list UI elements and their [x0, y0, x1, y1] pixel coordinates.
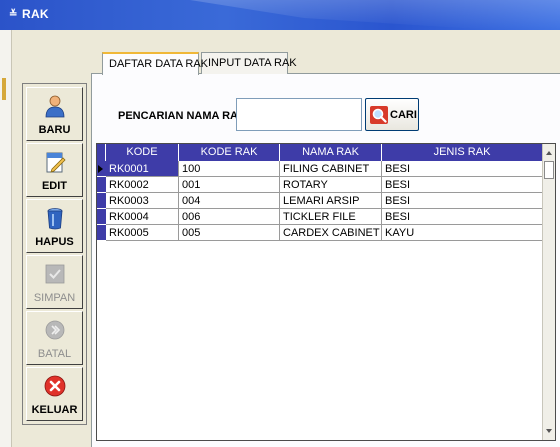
cari-button[interactable]: CARI [365, 98, 419, 131]
hapus-button[interactable]: HAPUS [26, 199, 83, 253]
table-cell[interactable]: BESI [382, 209, 543, 225]
simpan-button[interactable]: SIMPAN [26, 255, 83, 309]
edit-icon [46, 152, 66, 173]
table-cell[interactable]: BESI [382, 177, 543, 193]
table-cell[interactable]: BESI [382, 193, 543, 209]
keluar-button[interactable]: KELUAR [26, 367, 83, 421]
search-label: PENCARIAN NAMA RAK [118, 110, 246, 122]
table-cell[interactable]: RK0004 [106, 209, 179, 225]
column-header-jenis-rak[interactable]: JENIS RAK [382, 144, 543, 161]
cancel-icon [45, 320, 64, 340]
tab-input-data-rak[interactable]: INPUT DATA RAK [201, 52, 297, 74]
current-row-arrow-icon [98, 165, 103, 173]
grid-corner [97, 144, 106, 161]
table-cell[interactable]: RK0005 [106, 225, 179, 241]
table-cell[interactable]: CARDEX CABINET [280, 225, 382, 241]
action-toolbar: BARU EDIT HAPUS SIMPAN BATAL KELUAR [22, 83, 87, 425]
vertical-scrollbar[interactable] [542, 144, 555, 440]
scroll-up-button[interactable] [543, 146, 555, 160]
row-selector[interactable] [97, 161, 106, 177]
data-grid[interactable]: KODE KODE RAK NAMA RAK JENIS RAK RK0001 … [96, 143, 556, 441]
table-cell[interactable]: ROTARY [280, 177, 382, 193]
chevron-down-icon [546, 429, 552, 433]
scroll-thumb[interactable] [544, 161, 554, 179]
simpan-label: SIMPAN [33, 292, 76, 304]
row-selector[interactable] [97, 177, 106, 193]
left-edge-marker [2, 78, 6, 100]
column-header-nama-rak[interactable]: NAMA RAK [280, 144, 382, 161]
cari-label: CARI [390, 109, 417, 121]
batal-label: BATAL [37, 348, 72, 360]
edit-button[interactable]: EDIT [26, 143, 83, 197]
table-cell[interactable]: 004 [179, 193, 280, 209]
user-icon [45, 95, 64, 118]
table-cell[interactable]: RK0003 [106, 193, 179, 209]
trash-icon [47, 208, 62, 230]
table-cell[interactable]: 100 [179, 161, 280, 177]
table-cell[interactable]: TICKLER FILE [280, 209, 382, 225]
table-cell[interactable]: FILING CABINET [280, 161, 382, 177]
row-selector[interactable] [97, 209, 106, 225]
row-selector[interactable] [97, 193, 106, 209]
search-input[interactable] [236, 98, 362, 131]
window-titlebar: ≚ RAK [0, 0, 560, 30]
close-icon [44, 375, 65, 397]
search-icon [370, 106, 388, 124]
window-menu-icon[interactable]: ≚ [9, 9, 17, 20]
table-cell[interactable]: KAYU [382, 225, 543, 241]
table-cell[interactable]: BESI [382, 161, 543, 177]
table-cell[interactable]: RK0002 [106, 177, 179, 193]
tab-daftar-data-rak[interactable]: DAFTAR DATA RAK [102, 52, 208, 75]
titlebar-decoration [190, 0, 560, 30]
table-cell[interactable]: RK0001 [106, 161, 179, 177]
batal-button[interactable]: BATAL [26, 311, 83, 365]
window-title: RAK [22, 7, 49, 21]
column-header-kode-rak[interactable]: KODE RAK [179, 144, 280, 161]
chevron-up-icon [546, 151, 552, 155]
scroll-down-button[interactable] [543, 424, 555, 438]
baru-button[interactable]: BARU [26, 87, 83, 141]
hapus-label: HAPUS [35, 236, 74, 248]
keluar-label: KELUAR [31, 404, 78, 416]
edit-label: EDIT [41, 180, 68, 192]
row-selector[interactable] [97, 225, 106, 241]
table-cell[interactable]: 005 [179, 225, 280, 241]
table-cell[interactable]: 006 [179, 209, 280, 225]
left-edge-strip [0, 30, 12, 447]
column-header-kode[interactable]: KODE [106, 144, 179, 161]
table-cell[interactable]: 001 [179, 177, 280, 193]
baru-label: BARU [38, 124, 71, 136]
table-cell[interactable]: LEMARI ARSIP [280, 193, 382, 209]
check-icon [45, 264, 64, 284]
